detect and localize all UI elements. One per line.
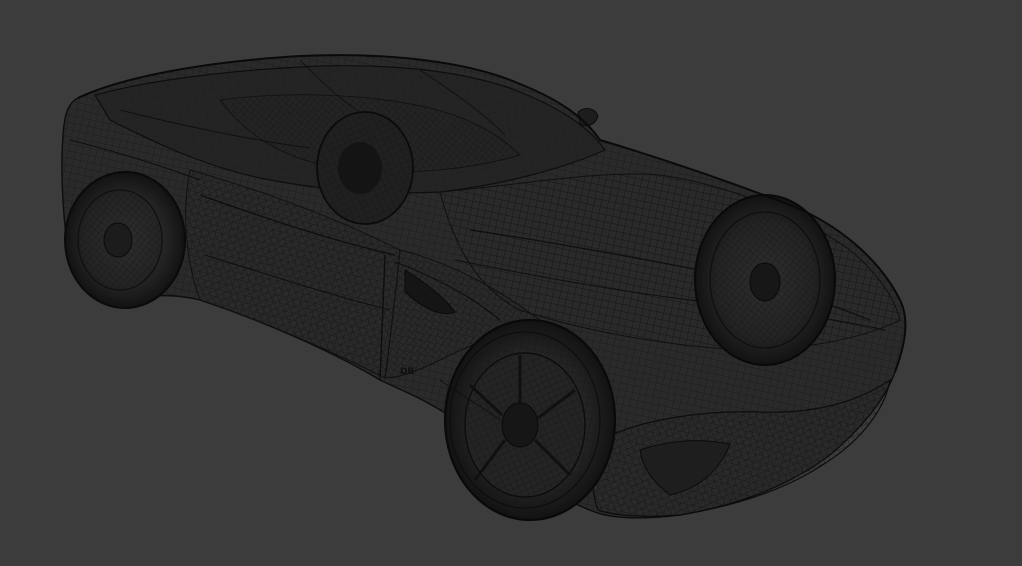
- fender-badge: DB: [400, 367, 414, 377]
- badge-text: DB: [400, 367, 414, 377]
- front-left-wheel: [443, 318, 617, 522]
- 3d-viewport[interactable]: DB: [0, 0, 1022, 566]
- steering-wheel: [316, 111, 414, 225]
- front-right-wheel: [694, 194, 836, 366]
- rear-wheel: [64, 171, 186, 309]
- side-mirror: [577, 108, 599, 127]
- car-wireframe-model[interactable]: DB: [0, 0, 1022, 566]
